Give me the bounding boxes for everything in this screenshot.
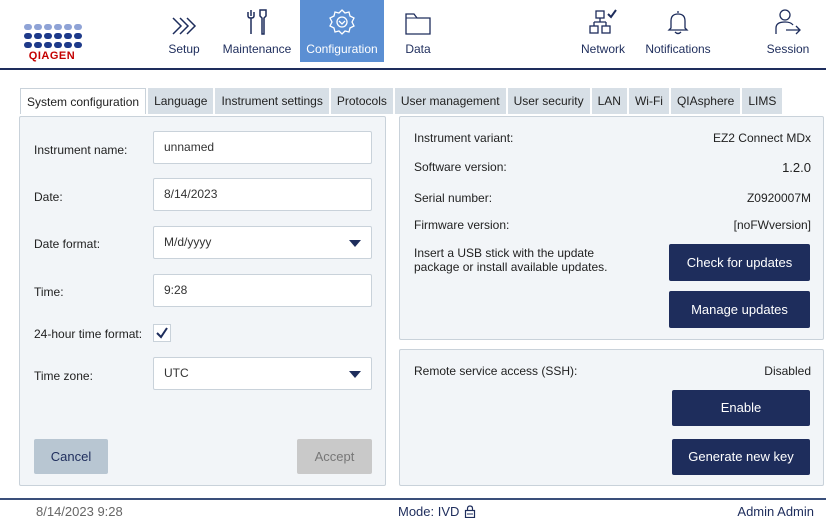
logo-underline [0,68,141,70]
time-input[interactable]: 9:28 [153,274,372,307]
folder-icon [405,13,431,35]
config-tabs: System configuration Language Instrument… [20,88,784,114]
mode-label: Mode: IVD [398,504,460,519]
qiagen-logo: QIAGEN [20,24,92,68]
logo-dots-icon [24,24,92,48]
hour24-checkbox[interactable] [153,324,171,342]
footer-divider [0,498,826,500]
logo-text: QIAGEN [28,50,76,62]
nav-session[interactable]: Session [760,0,816,62]
nav-setup-label: Setup [168,42,200,56]
nav-configuration[interactable]: Configuration [300,0,384,62]
ssh-panel: Remote service access (SSH): Disabled En… [399,349,824,486]
software-label: Software version: [414,160,507,174]
timezone-select[interactable]: UTC [153,357,372,390]
header-divider [141,68,826,70]
chevron-down-icon [349,371,361,378]
checkmark-icon [156,327,168,339]
tab-lims[interactable]: LIMS [742,88,783,114]
tab-language[interactable]: Language [148,88,214,114]
ssh-label: Remote service access (SSH): [414,364,578,378]
date-label: Date: [34,190,63,204]
tab-user-management[interactable]: User management [394,88,506,114]
nav-network-label: Network [580,42,625,56]
tools-icon [247,9,267,35]
instrument-info-panel: Instrument variant: EZ2 Connect MDx Soft… [399,116,824,340]
nav-data-label: Data [405,42,431,56]
hour24-label: 24-hour time format: [34,327,143,341]
bell-icon [667,11,689,35]
footer-datetime: 8/14/2023 9:28 [36,504,123,519]
update-instructions: Insert a USB stick with the update packa… [414,246,608,274]
footer-user: Admin Admin [737,504,814,519]
timezone-label: Time zone: [34,369,93,383]
date-format-label: Date format: [34,237,101,251]
instrument-name-label: Instrument name: [34,143,128,157]
tab-lan[interactable]: LAN [591,88,627,114]
nav-configuration-label: Configuration [306,42,378,56]
tab-system-configuration[interactable]: System configuration [20,88,147,114]
setup-chevrons-icon [172,17,197,35]
nav-network[interactable]: Network [576,0,630,62]
ssh-status: Disabled [764,364,811,378]
system-config-panel: Instrument name: unnamed Date: 8/14/2023… [19,116,386,486]
date-format-value: M/d/yyyy [164,235,212,249]
manage-updates-button[interactable]: Manage updates [669,291,810,328]
nav-data[interactable]: Data [398,0,438,62]
check-updates-button[interactable]: Check for updates [669,244,810,281]
lock-icon [465,505,476,518]
footer-mode: Mode: IVD [398,504,476,519]
generate-key-button[interactable]: Generate new key [672,439,810,475]
tab-qiasphere[interactable]: QIAsphere [670,88,741,114]
instrument-name-input[interactable]: unnamed [153,131,372,164]
nav-maintenance-label: Maintenance [222,42,292,56]
network-icon [589,9,617,34]
tab-instrument-settings[interactable]: Instrument settings [215,88,329,114]
user-logout-icon [775,9,801,35]
date-input[interactable]: 8/14/2023 [153,178,372,211]
serial-label: Serial number: [414,191,493,205]
nav-notifications-label: Notifications [645,42,711,56]
cancel-button[interactable]: Cancel [34,439,108,474]
accept-button[interactable]: Accept [297,439,372,474]
serial-value: Z0920007M [746,191,811,205]
tab-wifi[interactable]: Wi-Fi [628,88,669,114]
nav-setup[interactable]: Setup [158,0,210,62]
timezone-value: UTC [164,366,189,380]
chevron-down-icon [349,240,361,247]
firmware-value: [noFWversion] [733,218,811,232]
enable-ssh-button[interactable]: Enable [672,390,810,426]
nav-notifications[interactable]: Notifications [640,0,716,62]
nav-session-label: Session [766,42,810,56]
firmware-label: Firmware version: [414,218,510,232]
variant-label: Instrument variant: [414,131,514,145]
gear-icon [329,9,355,35]
tab-protocols[interactable]: Protocols [330,88,393,114]
tab-user-security[interactable]: User security [507,88,590,114]
date-format-select[interactable]: M/d/yyyy [153,226,372,259]
time-label: Time: [34,285,64,299]
variant-value: EZ2 Connect MDx [712,131,811,145]
software-value: 1.2.0 [782,160,811,175]
nav-maintenance[interactable]: Maintenance [218,0,296,62]
